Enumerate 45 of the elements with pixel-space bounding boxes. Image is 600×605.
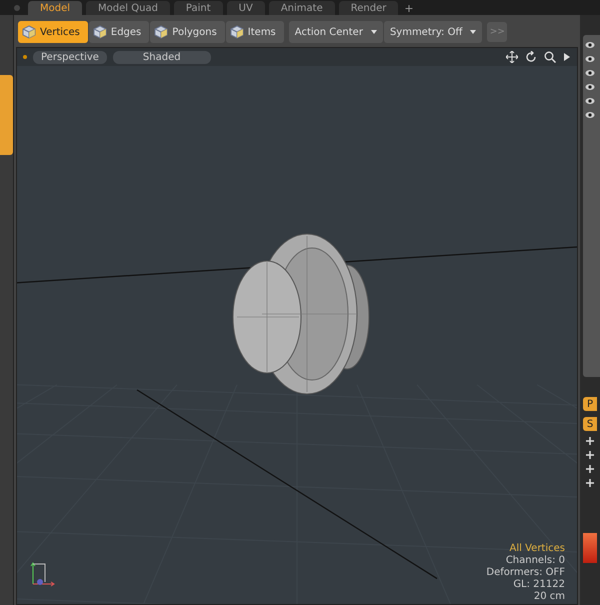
cube-icon: [154, 25, 168, 39]
rotate-icon[interactable]: [525, 51, 537, 63]
cube-icon: [22, 25, 36, 39]
caret-icon: [370, 30, 377, 34]
dropdown-button[interactable]: Symmetry: Off: [384, 21, 482, 43]
plus-icon[interactable]: [586, 465, 594, 473]
stat-text: 20 cm: [534, 591, 565, 602]
mode-button[interactable]: Vertices: [18, 21, 88, 43]
eye-icon[interactable]: [585, 69, 595, 77]
search-icon[interactable]: [544, 51, 556, 63]
color-swatch[interactable]: [583, 533, 597, 563]
play-icon[interactable]: [563, 52, 571, 62]
workspace-tab[interactable]: Paint: [174, 1, 223, 15]
cube-icon: [230, 25, 244, 39]
add-tab-button[interactable]: +: [402, 2, 416, 15]
eye-icon[interactable]: [585, 111, 595, 119]
plus-icon[interactable]: [586, 479, 594, 487]
eye-icon[interactable]: [585, 83, 595, 91]
eye-icon[interactable]: [585, 97, 595, 105]
dot-icon: [23, 55, 27, 59]
mode-button[interactable]: Polygons: [150, 21, 225, 43]
plus-icon[interactable]: [586, 451, 594, 459]
view-button[interactable]: Perspective: [33, 50, 107, 64]
cube-icon: [92, 25, 107, 39]
plus-icon[interactable]: [586, 437, 594, 445]
shading-button[interactable]: Shaded: [112, 50, 211, 64]
workspace-tab[interactable]: Render: [338, 1, 398, 15]
caret-icon: [470, 30, 476, 34]
stat-text: Channels: 0: [506, 555, 565, 566]
dropdown-button[interactable]: Action Center: [288, 21, 383, 43]
panel-button[interactable]: S: [583, 417, 597, 431]
mode-button[interactable]: Edges: [88, 21, 150, 43]
stat-text: Deformers: OFF: [486, 567, 565, 578]
dot-icon: [14, 5, 20, 11]
workspace-tab[interactable]: Model Quad: [86, 1, 170, 15]
workspace-tab[interactable]: Model: [28, 1, 82, 15]
stat-text: GL: 21122: [513, 579, 565, 590]
panel-button[interactable]: P: [583, 397, 597, 411]
stat-text: All Vertices: [510, 543, 565, 554]
mode-button[interactable]: Items: [226, 21, 284, 43]
workspace-tab[interactable]: UV: [226, 1, 265, 15]
move-icon[interactable]: [506, 51, 518, 63]
workspace-tab[interactable]: Animate: [268, 1, 335, 15]
eye-icon[interactable]: [585, 55, 595, 63]
eye-icon[interactable]: [585, 41, 595, 49]
